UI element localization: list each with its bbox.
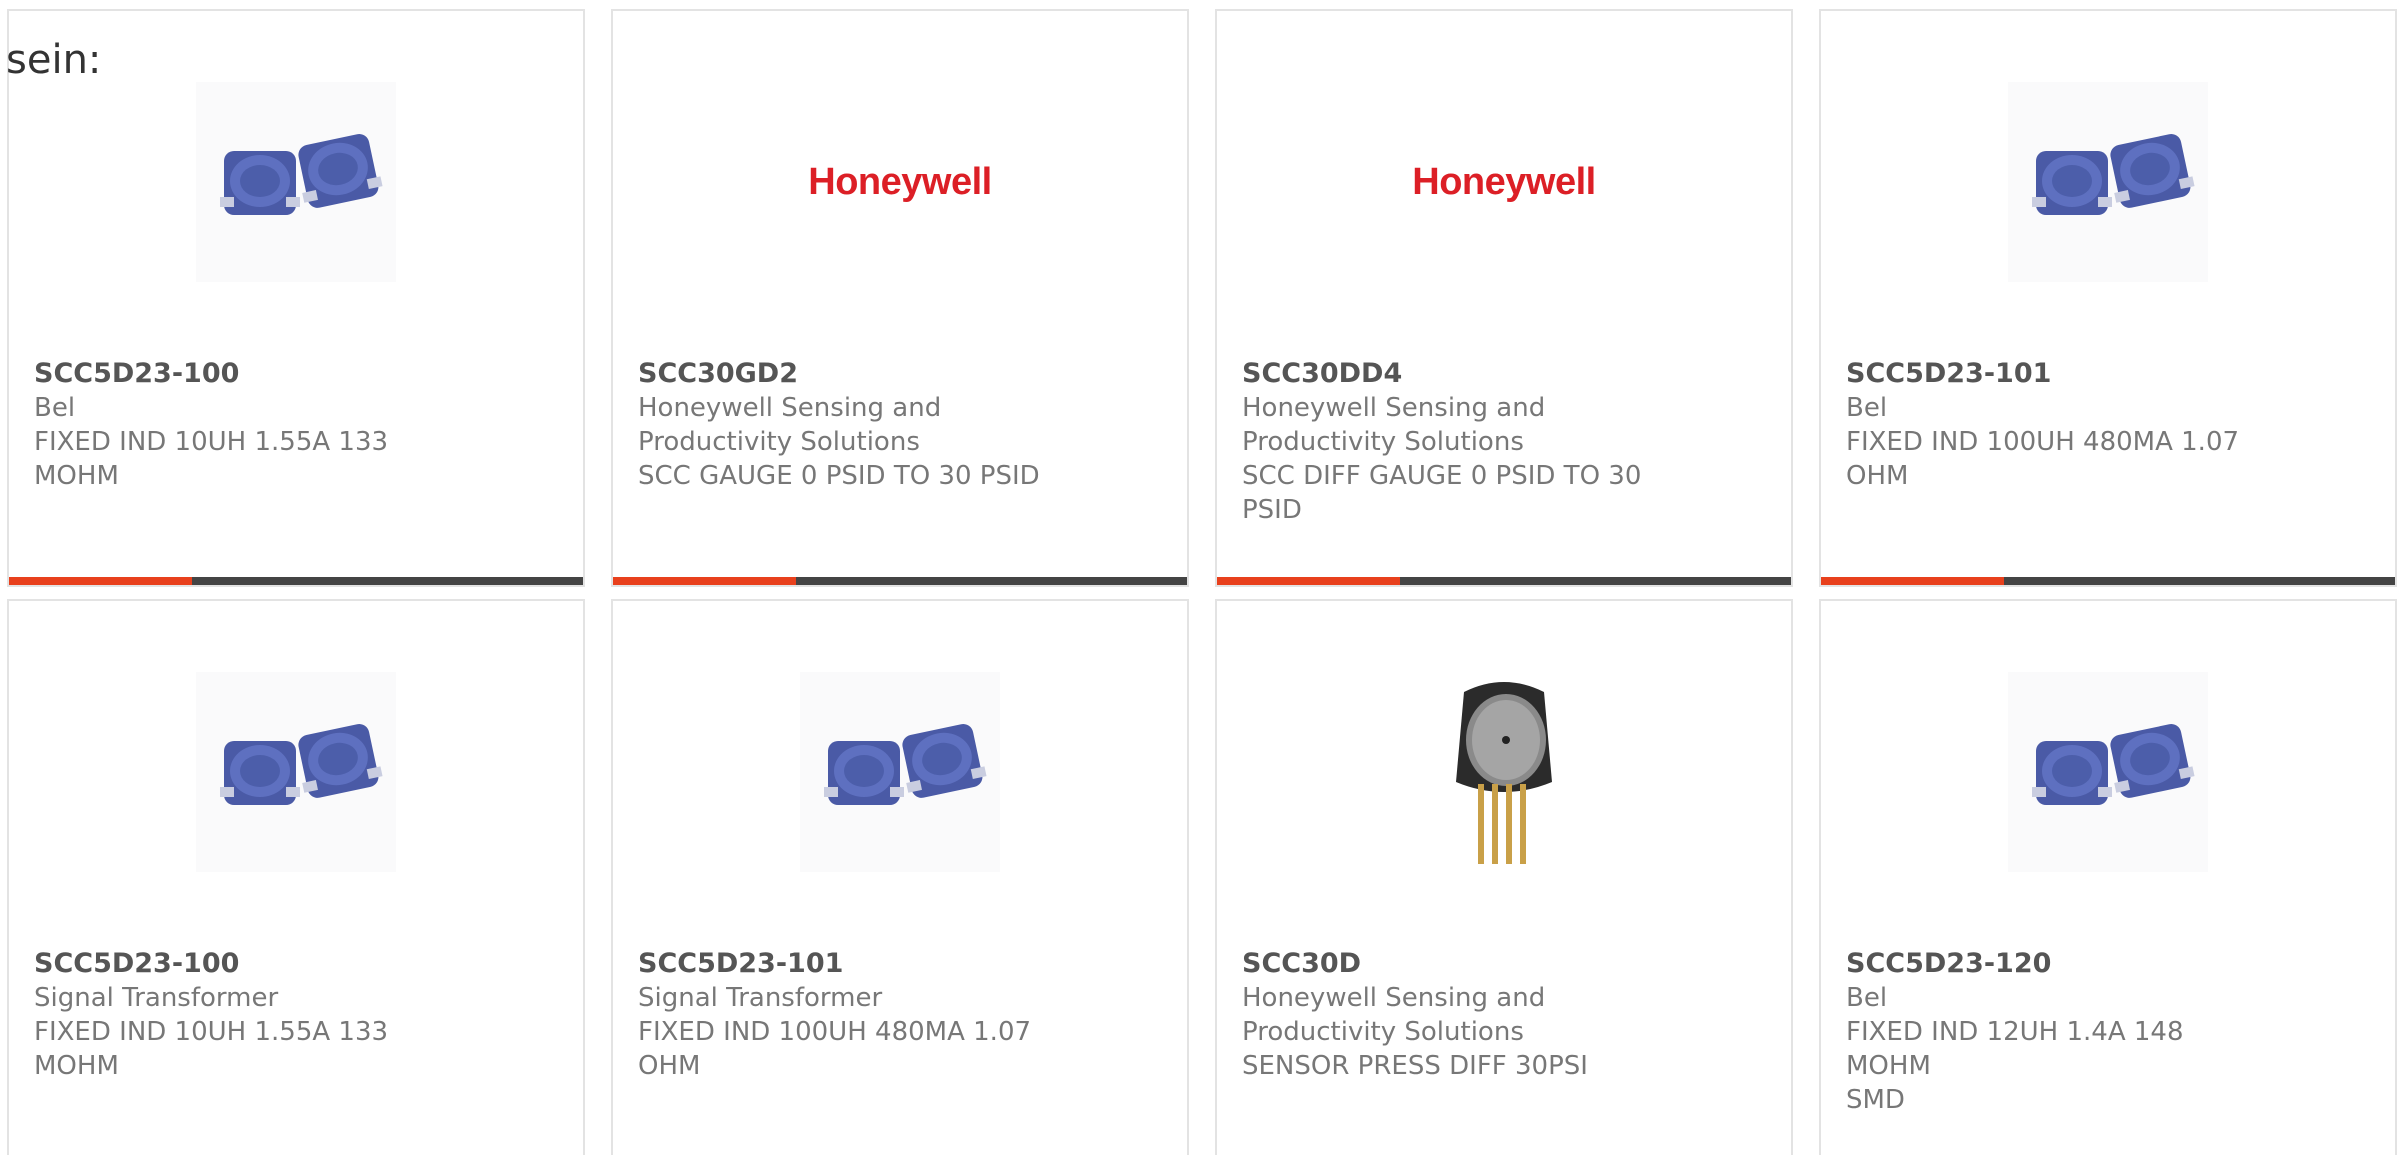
part-number-link[interactable]: SCC5D23-120 [1846, 947, 2256, 981]
description-cont: SMD [1846, 1085, 1905, 1115]
card-accent [9, 577, 192, 585]
product-card[interactable]: Honeywell SCC30GD2 Honeywell Sensing and… [611, 9, 1189, 587]
description: SENSOR PRESS DIFF 30PSI [1242, 1051, 1588, 1081]
description-cont: MOHM [34, 461, 119, 491]
part-number-link[interactable]: SCC30DD4 [1242, 357, 1652, 391]
product-card[interactable]: SCC5D23-120 Bel FIXED IND 12UH 1.4A 148 … [1819, 599, 2397, 1155]
card-accent [1821, 577, 2004, 585]
description: FIXED IND 100UH 480MA 1.07 [1846, 427, 2240, 457]
description-cont: PSID [1242, 495, 1302, 525]
manufacturer: Signal Transformer [34, 983, 279, 1013]
description-cont: OHM [638, 1051, 701, 1081]
product-card[interactable]: SCC5D23-100 Bel FIXED IND 10UH 1.55A 133… [7, 9, 585, 587]
product-card[interactable]: SCC5D23-100 Signal Transformer FIXED IND… [7, 599, 585, 1155]
card-accent [613, 577, 796, 585]
inductor-image[interactable] [2008, 82, 2208, 282]
description-cont: MOHM [34, 1051, 119, 1081]
logo-text: Honeywell [1412, 160, 1596, 203]
inductor-image[interactable] [196, 672, 396, 872]
card-bar [1821, 577, 2395, 585]
description: FIXED IND 100UH 480MA 1.07 [638, 1017, 1032, 1047]
description: SCC DIFF GAUGE 0 PSID TO 30 [1242, 461, 1642, 491]
card-bar [9, 577, 583, 585]
manufacturer: Signal Transformer [638, 983, 883, 1013]
manufacturer: Bel [34, 393, 76, 423]
product-grid-page: sein: SCC5D23-100 Bel FIXED IND 10UH 1.5… [0, 0, 2400, 1155]
inductor-image[interactable] [196, 82, 396, 282]
pressure-sensor-image[interactable] [1404, 672, 1604, 872]
manufacturer: Bel [1846, 393, 1888, 423]
description: SCC GAUGE 0 PSID TO 30 PSID [638, 461, 1040, 491]
part-number-link[interactable]: SCC5D23-100 [34, 947, 444, 981]
part-number-link[interactable]: SCC5D23-101 [638, 947, 1048, 981]
manufacturer: Honeywell Sensing and [1242, 393, 1546, 423]
manufacturer-cont: Productivity Solutions [1242, 1017, 1524, 1047]
inductor-image[interactable] [800, 672, 1000, 872]
part-number-link[interactable]: SCC30D [1242, 947, 1652, 981]
honeywell-logo[interactable]: Honeywell [1304, 82, 1704, 282]
product-card[interactable]: Honeywell SCC30DD4 Honeywell Sensing and… [1215, 9, 1793, 587]
description: FIXED IND 10UH 1.55A 133 [34, 427, 389, 457]
manufacturer-cont: Productivity Solutions [1242, 427, 1524, 457]
manufacturer: Honeywell Sensing and [1242, 983, 1546, 1013]
logo-text: Honeywell [808, 160, 992, 203]
part-number-link[interactable]: SCC30GD2 [638, 357, 1048, 391]
description-cont: OHM [1846, 461, 1909, 491]
product-card[interactable]: SCC30D Honeywell Sensing and Productivit… [1215, 599, 1793, 1155]
inductor-image[interactable] [2008, 672, 2208, 872]
intro-text: sein: [6, 37, 102, 83]
product-card[interactable]: SCC5D23-101 Signal Transformer FIXED IND… [611, 599, 1189, 1155]
part-number-link[interactable]: SCC5D23-101 [1846, 357, 2256, 391]
card-bar [1217, 577, 1791, 585]
manufacturer-cont: Productivity Solutions [638, 427, 920, 457]
card-bar [613, 577, 1187, 585]
description: FIXED IND 10UH 1.55A 133 [34, 1017, 389, 1047]
part-number-link[interactable]: SCC5D23-100 [34, 357, 444, 391]
honeywell-logo[interactable]: Honeywell [700, 82, 1100, 282]
product-card[interactable]: SCC5D23-101 Bel FIXED IND 100UH 480MA 1.… [1819, 9, 2397, 587]
manufacturer: Honeywell Sensing and [638, 393, 942, 423]
description: FIXED IND 12UH 1.4A 148 MOHM [1846, 1017, 2184, 1081]
manufacturer: Bel [1846, 983, 1888, 1013]
card-accent [1217, 577, 1400, 585]
